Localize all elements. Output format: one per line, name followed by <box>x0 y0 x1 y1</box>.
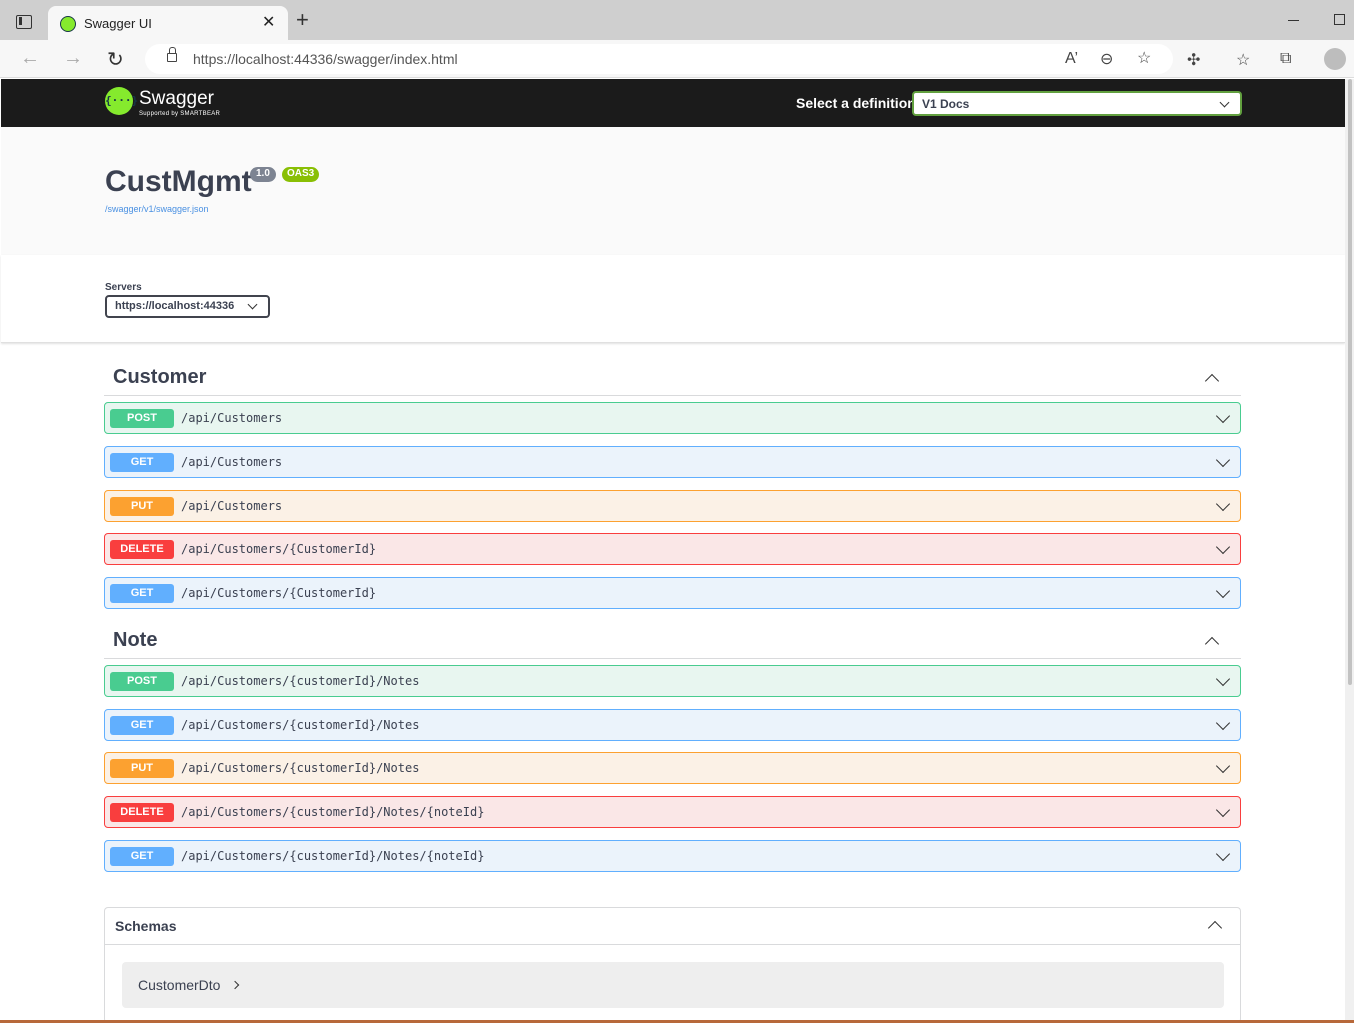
method-badge: GET <box>110 716 174 735</box>
chevron-down-icon[interactable] <box>1215 408 1231 424</box>
chevron-down-icon[interactable] <box>1215 452 1231 468</box>
chevron-down-icon[interactable] <box>1215 539 1231 555</box>
method-badge: DELETE <box>110 803 174 822</box>
url-text[interactable]: https://localhost:44336/swagger/index.ht… <box>193 51 458 67</box>
close-tab-icon[interactable]: ✕ <box>262 12 275 32</box>
version-badge: 1.0 <box>250 167 276 182</box>
tab-title: Swagger UI <box>84 16 152 31</box>
method-badge: GET <box>110 847 174 866</box>
add-favorite-icon[interactable]: ☆ <box>1137 48 1151 68</box>
chevron-down-icon[interactable] <box>1215 846 1231 862</box>
chevron-up-icon[interactable] <box>1204 636 1220 652</box>
chevron-down-icon[interactable] <box>1215 715 1231 731</box>
operation-path: /api/Customers/{customerId}/Notes <box>181 674 420 688</box>
read-aloud-icon[interactable]: A’ <box>1065 50 1078 68</box>
operation-post-customers[interactable]: POST /api/Customers <box>104 402 1241 434</box>
browser-tab[interactable]: Swagger UI ✕ <box>48 6 288 40</box>
page-scrollbar[interactable] <box>1345 79 1354 1023</box>
servers-select[interactable]: https://localhost:44336 <box>105 295 270 318</box>
operation-path: /api/Customers <box>181 499 283 513</box>
chevron-down-icon[interactable] <box>1215 802 1231 818</box>
definition-select[interactable]: V1 Docs <box>912 91 1242 116</box>
method-badge: GET <box>110 584 174 603</box>
spec-json-link[interactable]: /swagger/v1/swagger.json <box>105 204 209 214</box>
chevron-down-icon <box>1219 97 1230 108</box>
model-customerdto[interactable]: CustomerDto <box>122 962 1224 1008</box>
profile-avatar[interactable] <box>1324 48 1346 70</box>
chevron-down-icon[interactable] <box>1215 496 1231 512</box>
operation-path: /api/Customers/{customerId}/Notes/{noteI… <box>181 849 485 863</box>
address-bar-row: ← → ↻ https://localhost:44336/swagger/in… <box>0 40 1354 78</box>
method-badge: PUT <box>110 759 174 778</box>
tag-name: Note <box>113 629 158 651</box>
extensions-icon[interactable]: ✣ <box>1187 50 1200 70</box>
reload-button[interactable]: ↻ <box>107 47 124 72</box>
definition-label: Select a definition <box>796 95 916 111</box>
operation-get-note-by-id[interactable]: GET /api/Customers/{customerId}/Notes/{n… <box>104 840 1241 872</box>
method-badge: POST <box>110 409 174 428</box>
tag-header-customer[interactable]: Customer <box>104 364 1241 396</box>
api-title: CustMgmt <box>105 165 252 198</box>
tab-actions-icon[interactable] <box>16 15 32 29</box>
swagger-logo-icon[interactable]: {···} <box>105 87 138 115</box>
tag-name: Customer <box>113 366 207 388</box>
operation-get-customer-by-id[interactable]: GET /api/Customers/{CustomerId} <box>104 577 1241 609</box>
operation-path: /api/Customers/{customerId}/Notes <box>181 718 420 732</box>
collections-icon[interactable]: ⧉ <box>1280 50 1291 68</box>
operation-path: /api/Customers <box>181 455 283 469</box>
method-badge: GET <box>110 453 174 472</box>
browser-tab-bar: Swagger UI ✕ + <box>0 0 1354 40</box>
chevron-right-icon[interactable] <box>230 980 240 990</box>
operation-path: /api/Customers/{CustomerId} <box>181 542 377 556</box>
api-info-section: CustMgmt 1.0 OAS3 /swagger/v1/swagger.js… <box>1 127 1345 255</box>
minimize-window-button[interactable] <box>1288 20 1299 21</box>
servers-section: Servers https://localhost:44336 <box>1 255 1345 343</box>
swagger-topbar: {···} Swagger Supported by SMARTBEAR Sel… <box>1 79 1345 127</box>
lock-icon[interactable] <box>167 47 177 62</box>
tag-header-note[interactable]: Note <box>104 627 1241 659</box>
method-badge: POST <box>110 672 174 691</box>
schemas-header[interactable]: Schemas <box>105 908 1240 945</box>
operation-path: /api/Customers <box>181 411 283 425</box>
favorites-icon[interactable]: ☆ <box>1236 50 1250 70</box>
chevron-down-icon[interactable] <box>1215 671 1231 687</box>
chevron-down-icon[interactable] <box>1215 758 1231 774</box>
operation-path: /api/Customers/{customerId}/Notes <box>181 761 420 775</box>
operation-delete-note[interactable]: DELETE /api/Customers/{customerId}/Notes… <box>104 796 1241 828</box>
chevron-down-icon[interactable] <box>1215 583 1231 599</box>
operation-put-customers[interactable]: PUT /api/Customers <box>104 490 1241 522</box>
back-button[interactable]: ← <box>20 47 40 70</box>
operation-get-customers[interactable]: GET /api/Customers <box>104 446 1241 478</box>
operation-post-notes[interactable]: POST /api/Customers/{customerId}/Notes <box>104 665 1241 697</box>
operation-get-notes[interactable]: GET /api/Customers/{customerId}/Notes <box>104 709 1241 741</box>
swagger-logo-text[interactable]: Swagger <box>139 88 214 110</box>
schemas-title: Schemas <box>115 918 177 934</box>
scrollbar-thumb[interactable] <box>1348 79 1352 685</box>
method-badge: DELETE <box>110 540 174 559</box>
operation-put-notes[interactable]: PUT /api/Customers/{customerId}/Notes <box>104 752 1241 784</box>
chevron-up-icon[interactable] <box>1204 373 1220 389</box>
new-tab-button[interactable]: + <box>296 9 309 31</box>
definition-selected-value: V1 Docs <box>922 97 970 111</box>
swagger-favicon-icon <box>60 16 76 32</box>
operation-path: /api/Customers/{customerId}/Notes/{noteI… <box>181 805 485 819</box>
oas-badge: OAS3 <box>282 167 320 182</box>
operation-path: /api/Customers/{CustomerId} <box>181 586 377 600</box>
zoom-icon[interactable]: ⊖ <box>1100 49 1113 69</box>
model-name: CustomerDto <box>138 977 221 993</box>
chevron-up-icon[interactable] <box>1207 920 1223 936</box>
forward-button[interactable]: → <box>63 47 83 70</box>
chevron-down-icon <box>247 299 258 310</box>
servers-selected-value: https://localhost:44336 <box>115 300 235 312</box>
schemas-section: Schemas CustomerDto <box>104 907 1241 1023</box>
method-badge: PUT <box>110 497 174 516</box>
maximize-window-button[interactable] <box>1334 14 1345 25</box>
servers-label: Servers <box>105 282 142 293</box>
swagger-logo-subtitle: Supported by SMARTBEAR <box>139 111 221 117</box>
operation-delete-customer[interactable]: DELETE /api/Customers/{CustomerId} <box>104 533 1241 565</box>
url-field[interactable]: https://localhost:44336/swagger/index.ht… <box>145 44 1173 74</box>
